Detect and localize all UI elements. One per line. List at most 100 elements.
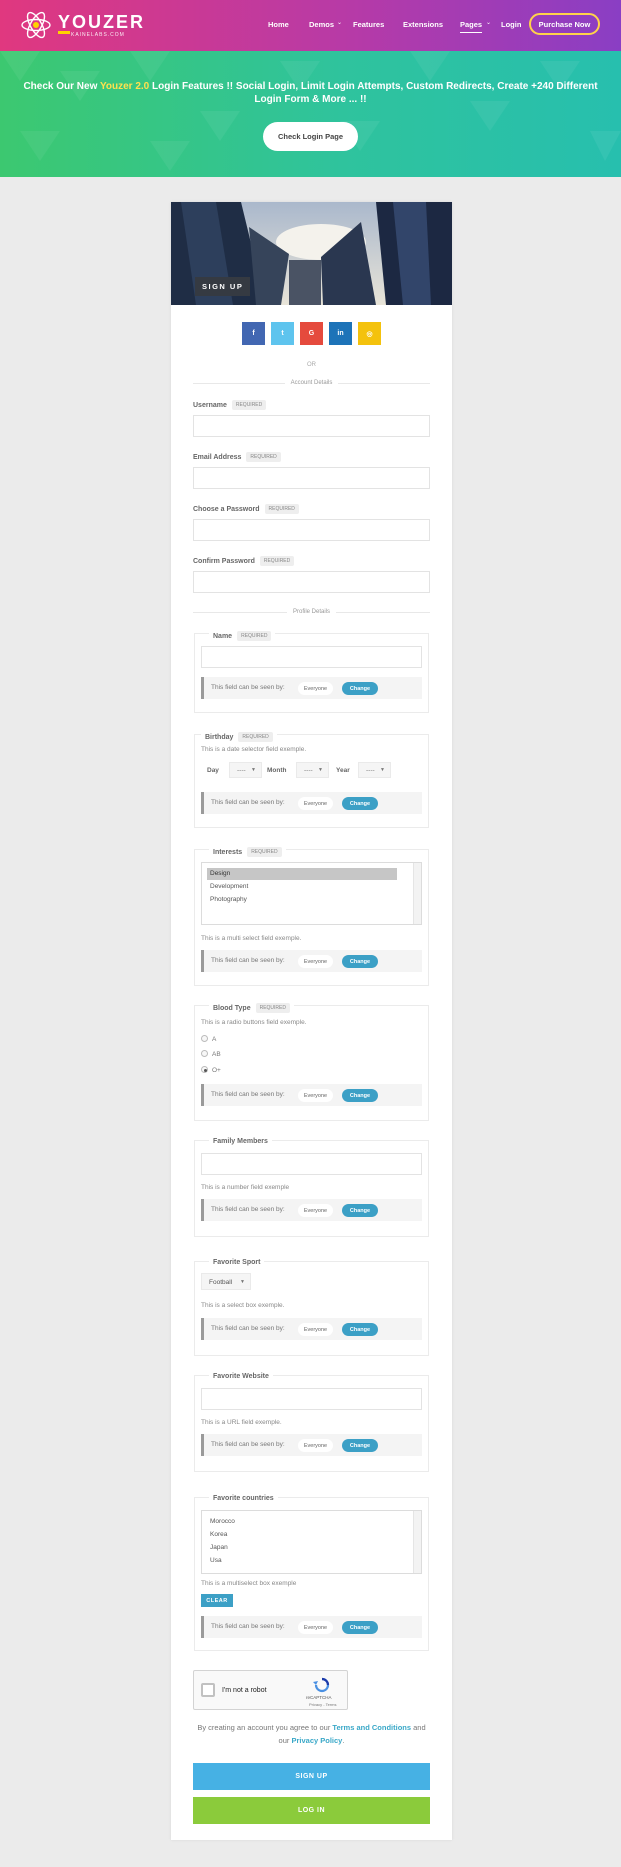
name-input[interactable]: [201, 646, 422, 668]
change-visibility-button[interactable]: Change: [342, 682, 378, 695]
interests-multiselect[interactable]: Design Development Photography: [201, 862, 422, 925]
confirm-password-label: Confirm Password REQUIRED: [193, 556, 295, 566]
recaptcha-widget: I'm not a robot reCAPTCHA Privacy - Term…: [193, 1670, 348, 1710]
atom-logo-icon[interactable]: [20, 9, 52, 41]
nav-login[interactable]: Login: [501, 20, 521, 29]
country-option[interactable]: Korea: [207, 1529, 397, 1541]
interests-option[interactable]: Photography: [207, 894, 397, 906]
required-badge: REQUIRED: [264, 504, 299, 514]
family-members-label: Family Members: [209, 1138, 272, 1145]
blood-type-description: This is a radio buttons field exemple.: [201, 1019, 307, 1026]
favorite-sport-select[interactable]: Football ▼: [201, 1273, 251, 1290]
brand-name[interactable]: YOUZER: [58, 12, 145, 33]
radio-a[interactable]: A: [201, 1035, 216, 1043]
visibility-value: Everyone: [298, 955, 333, 968]
nav-features[interactable]: Features: [353, 20, 384, 29]
month-select[interactable]: ---- ▼: [296, 762, 329, 778]
visibility-value: Everyone: [298, 682, 333, 695]
interests-option[interactable]: Development: [207, 881, 397, 893]
family-members-field-box: Family Members This is a number field ex…: [194, 1138, 429, 1237]
change-visibility-button[interactable]: Change: [342, 797, 378, 810]
favorite-website-description: This is a URL field exemple.: [201, 1419, 282, 1426]
caret-down-icon: ▼: [240, 1279, 245, 1285]
favorite-countries-label: Favorite countries: [209, 1495, 278, 1502]
instagram-button[interactable]: ◎: [358, 322, 381, 345]
username-input[interactable]: [193, 415, 430, 437]
terms-notice: By creating an account you agree to our …: [197, 1723, 426, 1745]
signup-form-card: SIGN UP f t G in ◎ OR Account Details Us…: [171, 202, 452, 1840]
change-visibility-button[interactable]: Change: [342, 1089, 378, 1102]
twitter-button[interactable]: t: [271, 322, 294, 345]
recaptcha-logo-icon: [313, 1677, 330, 1693]
signup-button[interactable]: SIGN UP: [193, 1763, 430, 1790]
facebook-button[interactable]: f: [242, 322, 265, 345]
country-option[interactable]: Japan: [207, 1542, 397, 1554]
confirm-password-input[interactable]: [193, 571, 430, 593]
recaptcha-links[interactable]: Privacy - Terms: [309, 1702, 336, 1707]
scrollbar[interactable]: [413, 1511, 421, 1573]
radio-ab[interactable]: AB: [201, 1050, 221, 1058]
year-select[interactable]: ---- ▼: [358, 762, 391, 778]
clear-button[interactable]: CLEAR: [201, 1594, 233, 1607]
nav-extensions[interactable]: Extensions: [403, 20, 443, 29]
favorite-sport-description: This is a select box exemple.: [201, 1302, 285, 1309]
country-option[interactable]: Morocco: [207, 1516, 397, 1528]
visibility-value: Everyone: [298, 1204, 333, 1217]
linkedin-button[interactable]: in: [329, 322, 352, 345]
visibility-value: Everyone: [298, 1089, 333, 1102]
username-label: Username REQUIRED: [193, 400, 267, 410]
instagram-icon: ◎: [366, 330, 373, 338]
chevron-down-icon: ⌄: [486, 20, 492, 26]
email-input[interactable]: [193, 467, 430, 489]
login-button[interactable]: LOG IN: [193, 1797, 430, 1824]
purchase-now-button[interactable]: Purchase Now: [529, 13, 600, 35]
top-header: YOUZER KAINELABS.COM Home Demos ⌄ Featur…: [0, 0, 621, 51]
country-option[interactable]: Usa: [207, 1555, 397, 1567]
radio-o-plus[interactable]: O+: [201, 1066, 221, 1074]
favorite-countries-multiselect[interactable]: Morocco Korea Japan Usa: [201, 1510, 422, 1574]
interests-field-box: Interests REQUIRED Design Development Pho…: [194, 847, 429, 986]
family-members-input[interactable]: [201, 1153, 422, 1175]
required-badge: REQUIRED: [247, 847, 282, 857]
check-login-page-button[interactable]: Check Login Page: [263, 122, 358, 151]
nav-demos[interactable]: Demos: [309, 20, 334, 29]
visibility-value: Everyone: [298, 797, 333, 810]
triangle-pattern: [0, 51, 621, 171]
caret-down-icon: ▼: [380, 767, 385, 773]
change-visibility-button[interactable]: Change: [342, 1204, 378, 1217]
brand-subtitle: KAINELABS.COM: [71, 32, 125, 38]
required-badge: REQUIRED: [246, 452, 281, 462]
google-button[interactable]: G: [300, 322, 323, 345]
favorite-sport-label: Favorite Sport: [209, 1259, 265, 1266]
terms-link[interactable]: Terms and Conditions: [332, 1723, 411, 1732]
favorite-website-label: Favorite Website: [209, 1373, 273, 1380]
visibility-bar: This field can be seen by: Everyone Chan…: [201, 1434, 422, 1456]
month-label: Month: [267, 767, 287, 774]
privacy-link[interactable]: Privacy Policy: [291, 1736, 342, 1745]
recaptcha-label: I'm not a robot: [222, 1687, 267, 1694]
interests-description: This is a multi select field exemple.: [201, 935, 302, 942]
day-select[interactable]: ---- ▼: [229, 762, 262, 778]
active-nav-underline: [460, 32, 482, 33]
email-label: Email Address REQUIRED: [193, 452, 281, 462]
change-visibility-button[interactable]: Change: [342, 1621, 378, 1634]
recaptcha-checkbox[interactable]: [201, 1683, 215, 1697]
visibility-label: This field can be seen by:: [211, 1091, 285, 1098]
change-visibility-button[interactable]: Change: [342, 1323, 378, 1336]
interests-option[interactable]: Design: [207, 868, 397, 880]
chevron-down-icon: ⌄: [337, 20, 343, 26]
visibility-bar: This field can be seen by: Everyone Chan…: [201, 1318, 422, 1340]
visibility-bar: This field can be seen by: Everyone Chan…: [201, 950, 422, 972]
change-visibility-button[interactable]: Change: [342, 955, 378, 968]
scrollbar[interactable]: [413, 863, 421, 924]
visibility-label: This field can be seen by:: [211, 1623, 285, 1630]
nav-home[interactable]: Home: [268, 20, 289, 29]
required-badge: REQUIRED: [237, 631, 272, 641]
name-field-box: Name REQUIRED This field can be seen by: …: [194, 631, 429, 713]
favorite-website-input[interactable]: [201, 1388, 422, 1410]
nav-pages[interactable]: Pages: [460, 20, 482, 29]
password-input[interactable]: [193, 519, 430, 541]
password-label: Choose a Password REQUIRED: [193, 504, 299, 514]
visibility-label: This field can be seen by:: [211, 684, 285, 691]
change-visibility-button[interactable]: Change: [342, 1439, 378, 1452]
